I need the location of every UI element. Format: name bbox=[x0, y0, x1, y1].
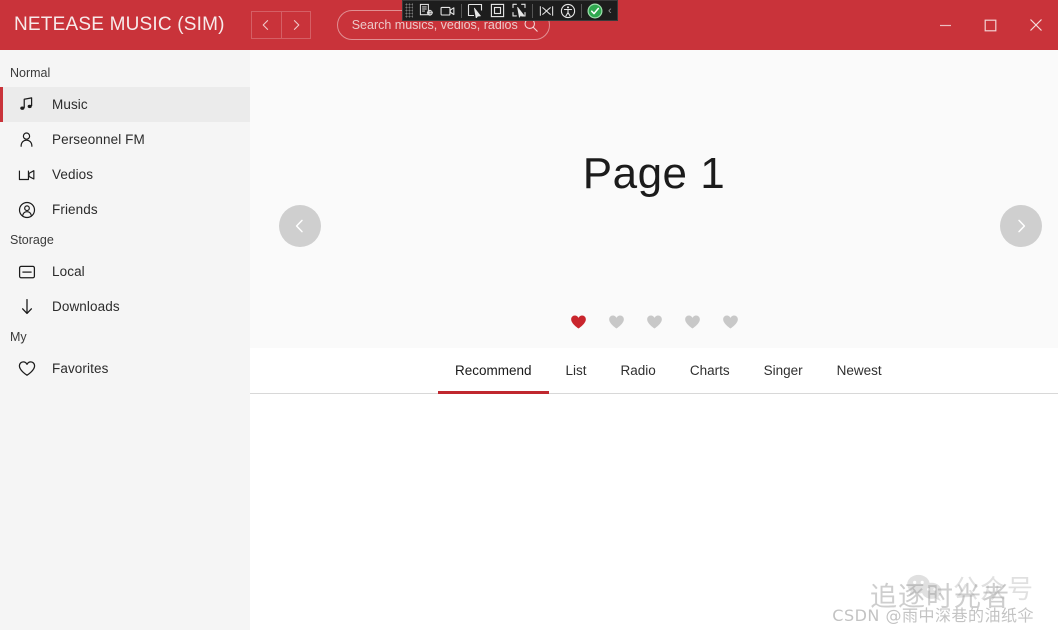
chevron-right-icon bbox=[1013, 218, 1029, 234]
sidebar-item-downloads[interactable]: Downloads bbox=[0, 289, 250, 324]
forward-button[interactable] bbox=[281, 11, 311, 39]
watermark-line2: CSDN @雨中深巷的油纸伞 bbox=[832, 602, 1034, 626]
select-pointer-icon[interactable] bbox=[464, 1, 486, 20]
carousel-dot[interactable] bbox=[722, 314, 739, 330]
tab-list[interactable]: List bbox=[549, 348, 604, 393]
banner-carousel: Page 1 bbox=[250, 50, 1058, 348]
check-circle-icon[interactable] bbox=[584, 1, 606, 20]
tab-newest[interactable]: Newest bbox=[820, 348, 899, 393]
record-video-icon[interactable] bbox=[437, 1, 459, 20]
close-icon bbox=[1029, 18, 1043, 32]
sidebar-item-vedios[interactable]: Vedios bbox=[0, 157, 250, 192]
watermark-line1: 公众号 bbox=[953, 569, 1034, 606]
friends-account-icon bbox=[17, 200, 36, 219]
wechat-icon bbox=[906, 573, 944, 603]
content-tabs: Recommend List Radio Charts Singer Newes… bbox=[250, 348, 1058, 394]
sidebar-item-label: Local bbox=[52, 264, 85, 279]
collapse-toolbar-button[interactable]: ‹ bbox=[606, 5, 615, 17]
tab-singer[interactable]: Singer bbox=[747, 348, 820, 393]
accessibility-icon[interactable] bbox=[557, 1, 579, 20]
toolbar-separator bbox=[581, 4, 582, 18]
carousel-prev-button[interactable] bbox=[279, 205, 321, 247]
carousel-page-title: Page 1 bbox=[583, 149, 725, 199]
sidebar-item-label: Favorites bbox=[52, 361, 108, 376]
minimize-icon bbox=[939, 19, 952, 32]
heart-icon bbox=[722, 314, 739, 330]
window-body: Normal Music Per bbox=[0, 50, 1058, 630]
select-window-icon[interactable] bbox=[486, 1, 508, 20]
carousel-indicators bbox=[250, 314, 1058, 330]
heart-outline-icon bbox=[17, 359, 36, 378]
window-controls bbox=[923, 0, 1058, 50]
person-icon bbox=[17, 130, 36, 149]
chevron-left-icon bbox=[260, 19, 272, 31]
maximize-button[interactable] bbox=[968, 0, 1013, 50]
sidebar-item-friends[interactable]: Friends bbox=[0, 192, 250, 227]
sidebar-item-music[interactable]: Music bbox=[0, 87, 250, 122]
chevron-left-icon bbox=[292, 218, 308, 234]
toolbar-separator bbox=[532, 4, 533, 18]
watermark-ghost-text: 追逐时光者 bbox=[870, 575, 1010, 614]
sidebar-item-label: Music bbox=[52, 97, 88, 112]
capture-window-pointer-icon[interactable] bbox=[508, 1, 530, 20]
main-content: Page 1 bbox=[250, 50, 1058, 630]
music-note-icon bbox=[17, 95, 36, 114]
watermark: 追逐时光者 公众号 bbox=[832, 569, 1034, 626]
sidebar-item-label: Downloads bbox=[52, 299, 120, 314]
carousel-dot[interactable] bbox=[608, 314, 625, 330]
sidebar-group-title-my: My bbox=[0, 324, 250, 351]
maximize-icon bbox=[984, 19, 997, 32]
tab-recommend[interactable]: Recommend bbox=[438, 348, 549, 393]
sidebar-item-label: Friends bbox=[52, 202, 98, 217]
sidebar-item-label: Vedios bbox=[52, 167, 93, 182]
tab-charts[interactable]: Charts bbox=[673, 348, 747, 393]
app-title: NETEASE MUSIC (SIM) bbox=[14, 14, 225, 36]
toolbar-separator bbox=[461, 4, 462, 18]
sidebar-item-perseonnel-fm[interactable]: Perseonnel FM bbox=[0, 122, 250, 157]
tab-content-pane: 追逐时光者 公众号 bbox=[250, 394, 1058, 630]
sidebar-item-local[interactable]: Local bbox=[0, 254, 250, 289]
heart-icon bbox=[684, 314, 701, 330]
sidebar: Normal Music Per bbox=[0, 50, 250, 630]
carousel-dot[interactable] bbox=[684, 314, 701, 330]
history-nav bbox=[251, 11, 311, 39]
heart-icon bbox=[608, 314, 625, 330]
capture-region-icon[interactable] bbox=[415, 1, 437, 20]
sidebar-item-favorites[interactable]: Favorites bbox=[0, 351, 250, 386]
sidebar-group-title-normal: Normal bbox=[0, 60, 250, 87]
tab-radio[interactable]: Radio bbox=[604, 348, 673, 393]
back-button[interactable] bbox=[251, 11, 281, 39]
heart-icon bbox=[646, 314, 663, 330]
minimize-button[interactable] bbox=[923, 0, 968, 50]
download-arrow-icon bbox=[17, 297, 36, 316]
close-button[interactable] bbox=[1013, 0, 1058, 50]
sidebar-group-title-storage: Storage bbox=[0, 227, 250, 254]
carousel-dot-active[interactable] bbox=[570, 314, 587, 330]
title-bar: NETEASE MUSIC (SIM) bbox=[0, 0, 1058, 50]
video-camera-icon bbox=[17, 165, 36, 184]
netease-music-window: NETEASE MUSIC (SIM) bbox=[0, 0, 1058, 630]
chevron-right-icon bbox=[290, 19, 302, 31]
toolbar-drag-handle[interactable] bbox=[405, 3, 413, 18]
carousel-dot[interactable] bbox=[646, 314, 663, 330]
carousel-next-button[interactable] bbox=[1000, 205, 1042, 247]
watermark-primary-row: 公众号 bbox=[832, 569, 1034, 606]
capture-toolbar: ‹ bbox=[402, 0, 618, 21]
harddisk-icon bbox=[17, 262, 36, 281]
heart-icon bbox=[570, 314, 587, 330]
sidebar-item-label: Perseonnel FM bbox=[52, 132, 145, 147]
no-animation-icon[interactable] bbox=[535, 1, 557, 20]
